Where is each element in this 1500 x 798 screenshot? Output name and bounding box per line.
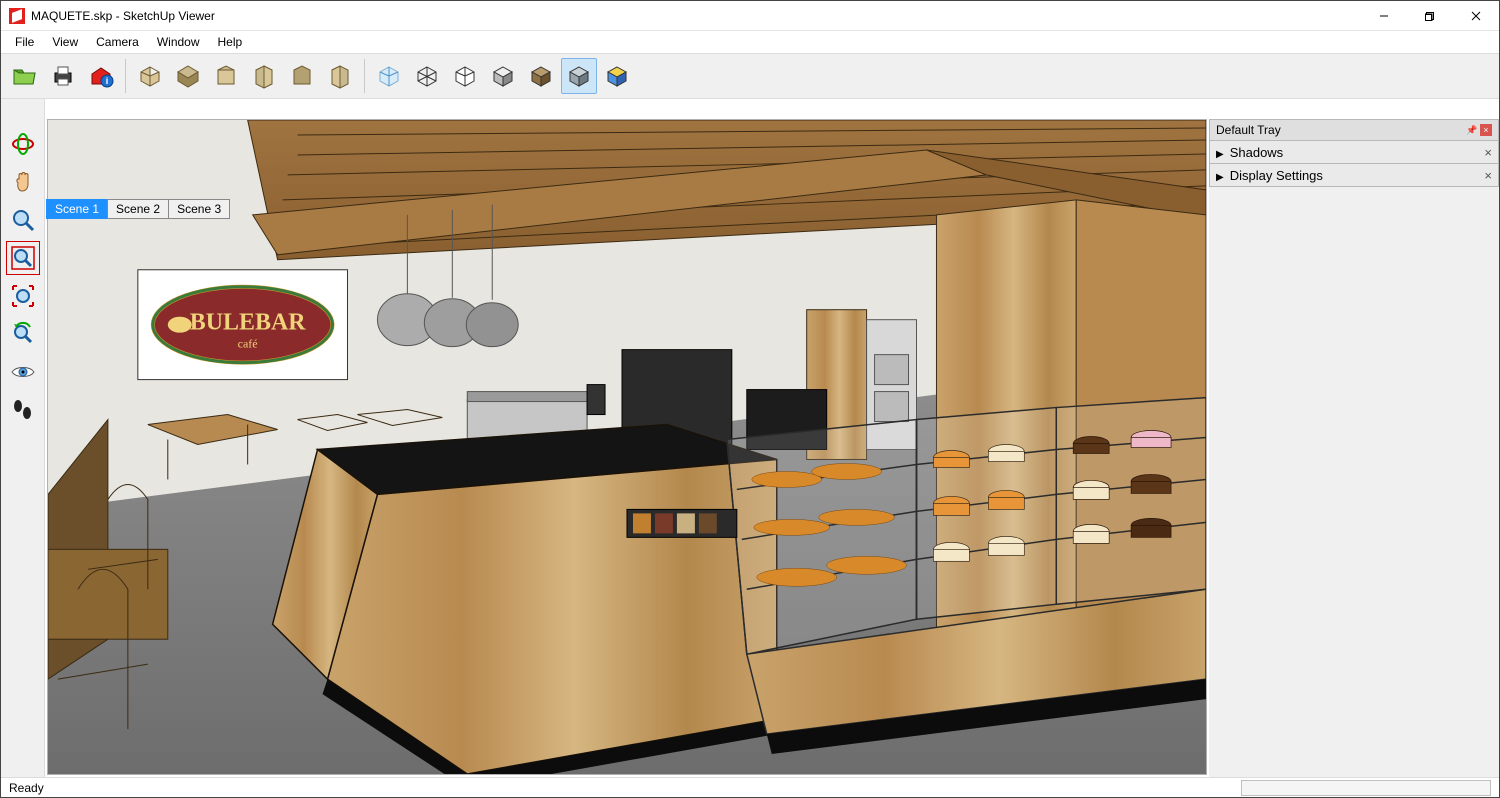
panel-close-icon[interactable]: × bbox=[1484, 145, 1492, 160]
view-right-button[interactable] bbox=[246, 58, 282, 94]
view-front-button[interactable] bbox=[208, 58, 244, 94]
maximize-button[interactable] bbox=[1407, 1, 1453, 31]
orbit-tool[interactable] bbox=[6, 127, 40, 161]
style-monochrome-button[interactable] bbox=[561, 58, 597, 94]
close-button[interactable] bbox=[1453, 1, 1499, 31]
view-back-button[interactable] bbox=[284, 58, 320, 94]
left-toolbar bbox=[1, 99, 45, 777]
zoom-extents-tool[interactable] bbox=[6, 279, 40, 313]
menu-help[interactable]: Help bbox=[210, 33, 251, 51]
tray-panel-display[interactable]: ▶Display Settings × bbox=[1209, 164, 1499, 187]
menu-view[interactable]: View bbox=[44, 33, 86, 51]
style-wireframe-button[interactable] bbox=[409, 58, 445, 94]
pin-icon[interactable]: 📌 bbox=[1466, 125, 1476, 135]
model-info-button[interactable]: i bbox=[83, 58, 119, 94]
style-hiddenline-button[interactable] bbox=[447, 58, 483, 94]
zoom-tool[interactable] bbox=[6, 203, 40, 237]
svg-text:i: i bbox=[106, 76, 109, 86]
panel-close-icon[interactable]: × bbox=[1484, 168, 1492, 183]
style-shadedtex-button[interactable] bbox=[523, 58, 559, 94]
tray-body bbox=[1209, 187, 1499, 777]
caret-right-icon: ▶ bbox=[1216, 149, 1224, 160]
app-icon bbox=[9, 8, 25, 24]
open-file-button[interactable] bbox=[7, 58, 43, 94]
svg-text:BULEBAR: BULEBAR bbox=[190, 310, 306, 336]
scene-tab-1[interactable]: Scene 1 bbox=[46, 199, 108, 219]
default-tray: Default Tray 📌 × ▶Shadows × ▶Display Set… bbox=[1209, 119, 1499, 777]
pan-tool[interactable] bbox=[6, 165, 40, 199]
toolbar: i bbox=[1, 53, 1499, 99]
svg-text:café: café bbox=[238, 337, 258, 351]
tray-close-icon[interactable]: × bbox=[1480, 124, 1492, 136]
tray-title[interactable]: Default Tray 📌 × bbox=[1209, 119, 1499, 141]
status-text: Ready bbox=[9, 781, 44, 795]
menu-camera[interactable]: Camera bbox=[88, 33, 147, 51]
minimize-button[interactable] bbox=[1361, 1, 1407, 31]
style-shaded-button[interactable] bbox=[485, 58, 521, 94]
window-title: MAQUETE.skp - SketchUp Viewer bbox=[31, 9, 215, 23]
print-button[interactable] bbox=[45, 58, 81, 94]
scene-tab-3[interactable]: Scene 3 bbox=[168, 199, 230, 219]
previous-view-tool[interactable] bbox=[6, 317, 40, 351]
view-iso-button[interactable] bbox=[132, 58, 168, 94]
scene-tabs: Scene 1 Scene 2 Scene 3 bbox=[46, 199, 229, 219]
look-around-tool[interactable] bbox=[6, 355, 40, 389]
tray-title-label: Default Tray bbox=[1216, 123, 1281, 137]
tray-panel-shadows[interactable]: ▶Shadows × bbox=[1209, 141, 1499, 164]
caret-right-icon: ▶ bbox=[1216, 172, 1224, 183]
main-area: Scene 1 Scene 2 Scene 3 bbox=[1, 99, 1499, 777]
view-top-button[interactable] bbox=[170, 58, 206, 94]
statusbar: Ready bbox=[1, 777, 1499, 797]
style-xray-button[interactable] bbox=[371, 58, 407, 94]
view-left-button[interactable] bbox=[322, 58, 358, 94]
titlebar: MAQUETE.skp - SketchUp Viewer bbox=[1, 1, 1499, 31]
walk-tool[interactable] bbox=[6, 393, 40, 427]
zoom-window-tool[interactable] bbox=[6, 241, 40, 275]
measurement-box[interactable] bbox=[1241, 780, 1491, 796]
menubar: File View Camera Window Help bbox=[1, 31, 1499, 53]
menu-file[interactable]: File bbox=[7, 33, 42, 51]
scene-tab-2[interactable]: Scene 2 bbox=[107, 199, 169, 219]
menu-window[interactable]: Window bbox=[149, 33, 208, 51]
style-colored-button[interactable] bbox=[599, 58, 635, 94]
